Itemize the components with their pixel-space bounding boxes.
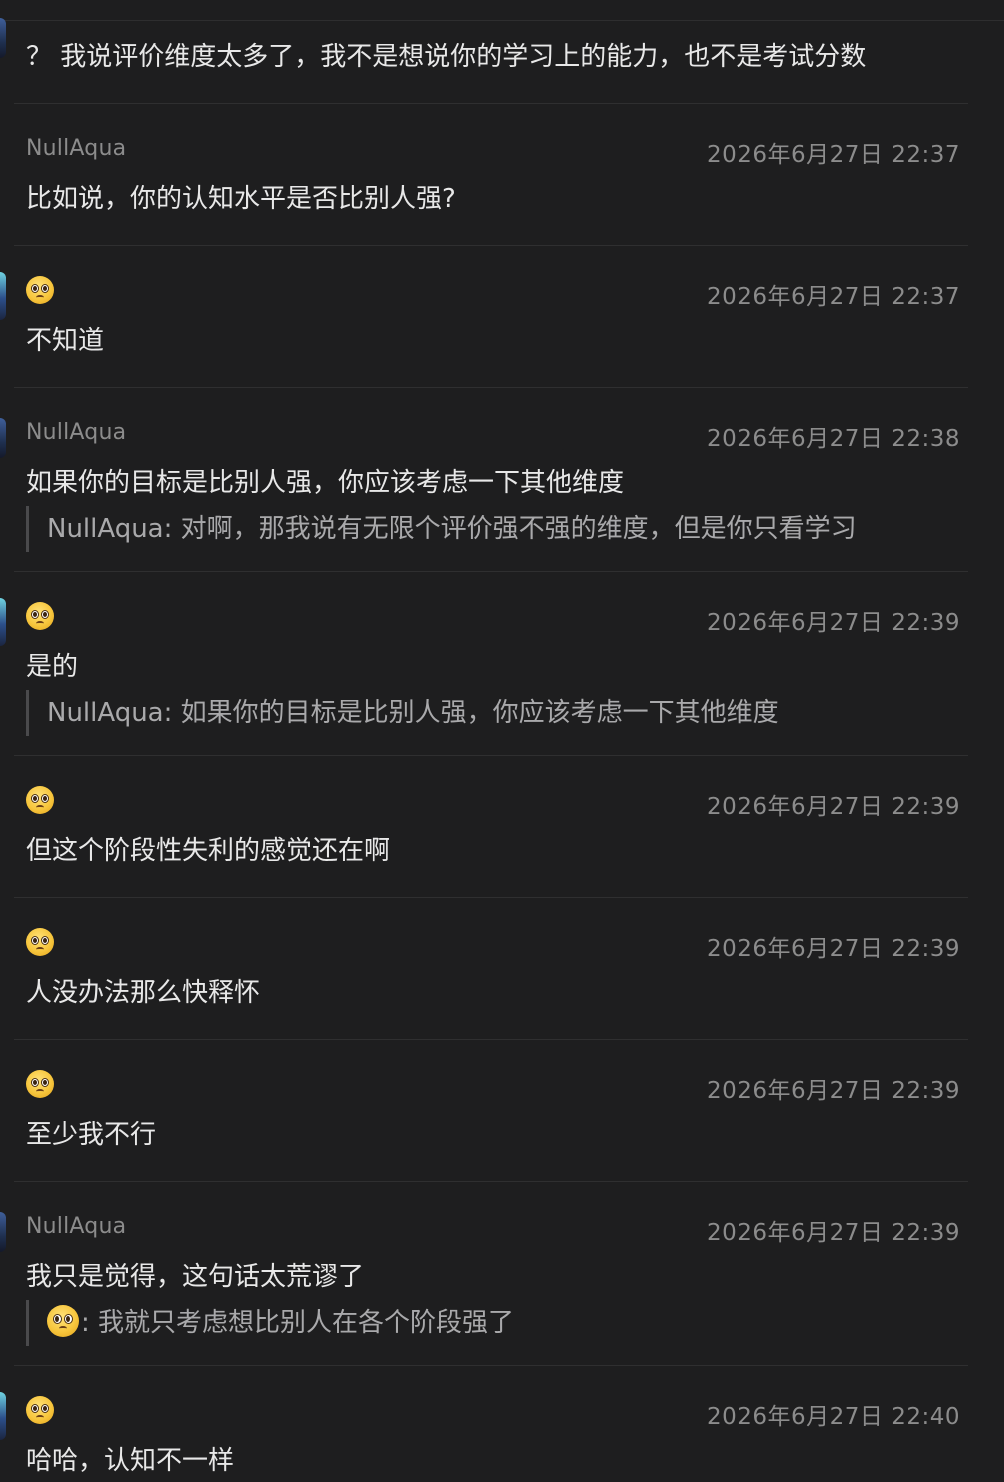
- quote-text: : 对啊，那我说有无限个评价强不强的维度，但是你只看学习: [163, 514, 857, 544]
- quote-text: : 我就只考虑想比别人在各个阶段强了: [81, 1308, 515, 1338]
- pleading-face-emoji-icon[interactable]: [26, 786, 54, 814]
- quoted-reply[interactable]: NullAqua: 对啊，那我说有无限个评价强不强的维度，但是你只看学习: [26, 506, 857, 552]
- pleading-face-emoji-icon[interactable]: [26, 276, 54, 304]
- message-row[interactable]: 2026年6月27日 22:37 不知道: [0, 246, 1004, 388]
- message-timestamp: 2026年6月27日 22:39: [706, 936, 960, 962]
- avatar[interactable]: [0, 18, 6, 58]
- quoted-reply[interactable]: NullAqua: 如果你的目标是比别人强，你应该考虑一下其他维度: [26, 690, 779, 736]
- message-row[interactable]: ？ 我说评价维度太多了，我不是想说你的学习上的能力，也不是考试分数: [0, 0, 1004, 104]
- message-timestamp: 2026年6月27日 22:37: [706, 142, 960, 168]
- message-timestamp: 2026年6月27日 22:39: [706, 1078, 960, 1104]
- message-text: ？ 我说评价维度太多了，我不是想说你的学习上的能力，也不是考试分数: [26, 42, 867, 72]
- pleading-face-emoji-icon[interactable]: [26, 1070, 54, 1098]
- message-row[interactable]: NullAqua 2026年6月27日 22:38 如果你的目标是比别人强，你应…: [0, 388, 1004, 572]
- pleading-face-emoji-icon: [47, 1304, 79, 1337]
- pleading-face-emoji-icon[interactable]: [26, 1396, 54, 1424]
- message-text: 是的: [26, 652, 79, 682]
- message-text: 至少我不行: [26, 1120, 157, 1150]
- message-text: 不知道: [26, 326, 105, 356]
- message-row[interactable]: NullAqua 2026年6月27日 22:39 我只是觉得，这句话太荒谬了 …: [0, 1182, 1004, 1366]
- quote-text: : 如果你的目标是比别人强，你应该考虑一下其他维度: [163, 698, 779, 728]
- sender-name[interactable]: NullAqua: [26, 136, 126, 161]
- message-timestamp: 2026年6月27日 22:37: [706, 284, 960, 310]
- message-row[interactable]: 2026年6月27日 22:40 哈哈，认知不一样: [0, 1366, 1004, 1482]
- avatar[interactable]: [0, 1212, 6, 1252]
- message-row[interactable]: 2026年6月27日 22:39 至少我不行: [0, 1040, 1004, 1182]
- quote-author: NullAqua: [47, 698, 164, 728]
- pleading-face-emoji-icon[interactable]: [26, 602, 54, 630]
- message-timestamp: 2026年6月27日 22:38: [706, 426, 960, 452]
- avatar[interactable]: [0, 272, 6, 320]
- sender-name[interactable]: NullAqua: [26, 1214, 126, 1239]
- message-timestamp: 2026年6月27日 22:39: [706, 1220, 960, 1246]
- quote-author: NullAqua: [47, 514, 164, 544]
- message-timestamp: 2026年6月27日 22:39: [706, 794, 960, 820]
- pleading-face-emoji-icon[interactable]: [26, 928, 54, 956]
- message-timestamp: 2026年6月27日 22:39: [706, 610, 960, 636]
- message-text: 哈哈，认知不一样: [26, 1446, 235, 1476]
- quoted-reply[interactable]: : 我就只考虑想比别人在各个阶段强了: [26, 1300, 514, 1346]
- message-timestamp: 2026年6月27日 22:40: [706, 1404, 960, 1430]
- message-row[interactable]: 2026年6月27日 22:39 但这个阶段性失利的感觉还在啊: [0, 756, 1004, 898]
- avatar[interactable]: [0, 598, 6, 646]
- message-text: 如果你的目标是比别人强，你应该考虑一下其他维度: [26, 468, 625, 498]
- sender-name[interactable]: NullAqua: [26, 420, 126, 445]
- chat-log[interactable]: ？ 我说评价维度太多了，我不是想说你的学习上的能力，也不是考试分数 NullAq…: [0, 0, 1004, 1482]
- message-row[interactable]: NullAqua 2026年6月27日 22:37 比如说，你的认知水平是否比别…: [0, 104, 1004, 246]
- message-row[interactable]: 2026年6月27日 22:39 是的 NullAqua: 如果你的目标是比别人…: [0, 572, 1004, 756]
- avatar[interactable]: [0, 418, 6, 458]
- message-text: 我只是觉得，这句话太荒谬了: [26, 1262, 365, 1292]
- avatar[interactable]: [0, 1392, 6, 1440]
- message-text: 比如说，你的认知水平是否比别人强?: [26, 184, 456, 214]
- message-text: 但这个阶段性失利的感觉还在啊: [26, 836, 391, 866]
- message-text: 人没办法那么快释怀: [26, 978, 261, 1008]
- message-row[interactable]: 2026年6月27日 22:39 人没办法那么快释怀: [0, 898, 1004, 1040]
